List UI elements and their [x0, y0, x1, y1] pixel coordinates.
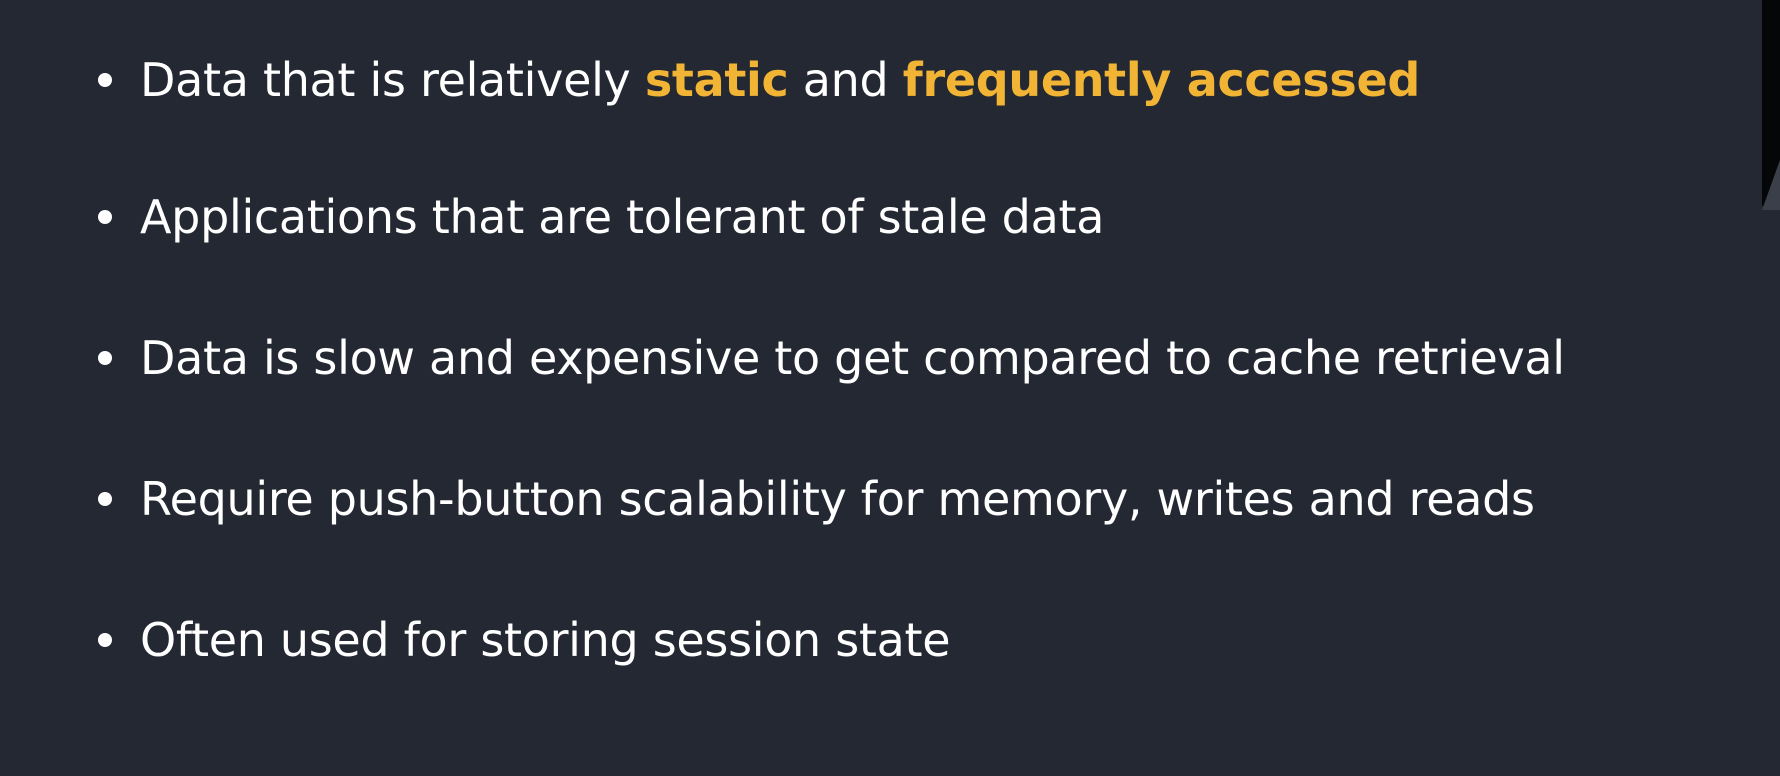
bullet-text: Require push-button scalability for memo…	[140, 472, 1535, 526]
bullet-dot-icon	[98, 492, 112, 506]
slide: Data that is relatively static and frequ…	[0, 0, 1780, 776]
right-edge-wedge	[1762, 160, 1780, 210]
highlighted-text: static	[644, 53, 789, 107]
bullet-text-part: Data that is relatively	[140, 53, 645, 107]
bullet-item: Data that is relatively static and frequ…	[98, 40, 1420, 120]
bullet-text-part: and	[788, 53, 903, 107]
bullet-item: Applications that are tolerant of stale …	[98, 177, 1104, 257]
bullet-text: Data that is relatively static and frequ…	[140, 53, 1420, 107]
bullet-item: Data is slow and expensive to get compar…	[98, 318, 1565, 398]
bullet-item: Require push-button scalability for memo…	[98, 459, 1535, 539]
bullet-text: Often used for storing session state	[140, 613, 951, 667]
bullet-text: Applications that are tolerant of stale …	[140, 190, 1105, 244]
bullet-dot-icon	[98, 633, 112, 647]
bullet-item: Often used for storing session state	[98, 600, 951, 680]
bullet-dot-icon	[98, 351, 112, 365]
highlighted-text: frequently accessed	[902, 53, 1421, 107]
bullet-text: Data is slow and expensive to get compar…	[140, 331, 1565, 385]
bullet-dot-icon	[98, 73, 112, 87]
bullet-dot-icon	[98, 210, 112, 224]
